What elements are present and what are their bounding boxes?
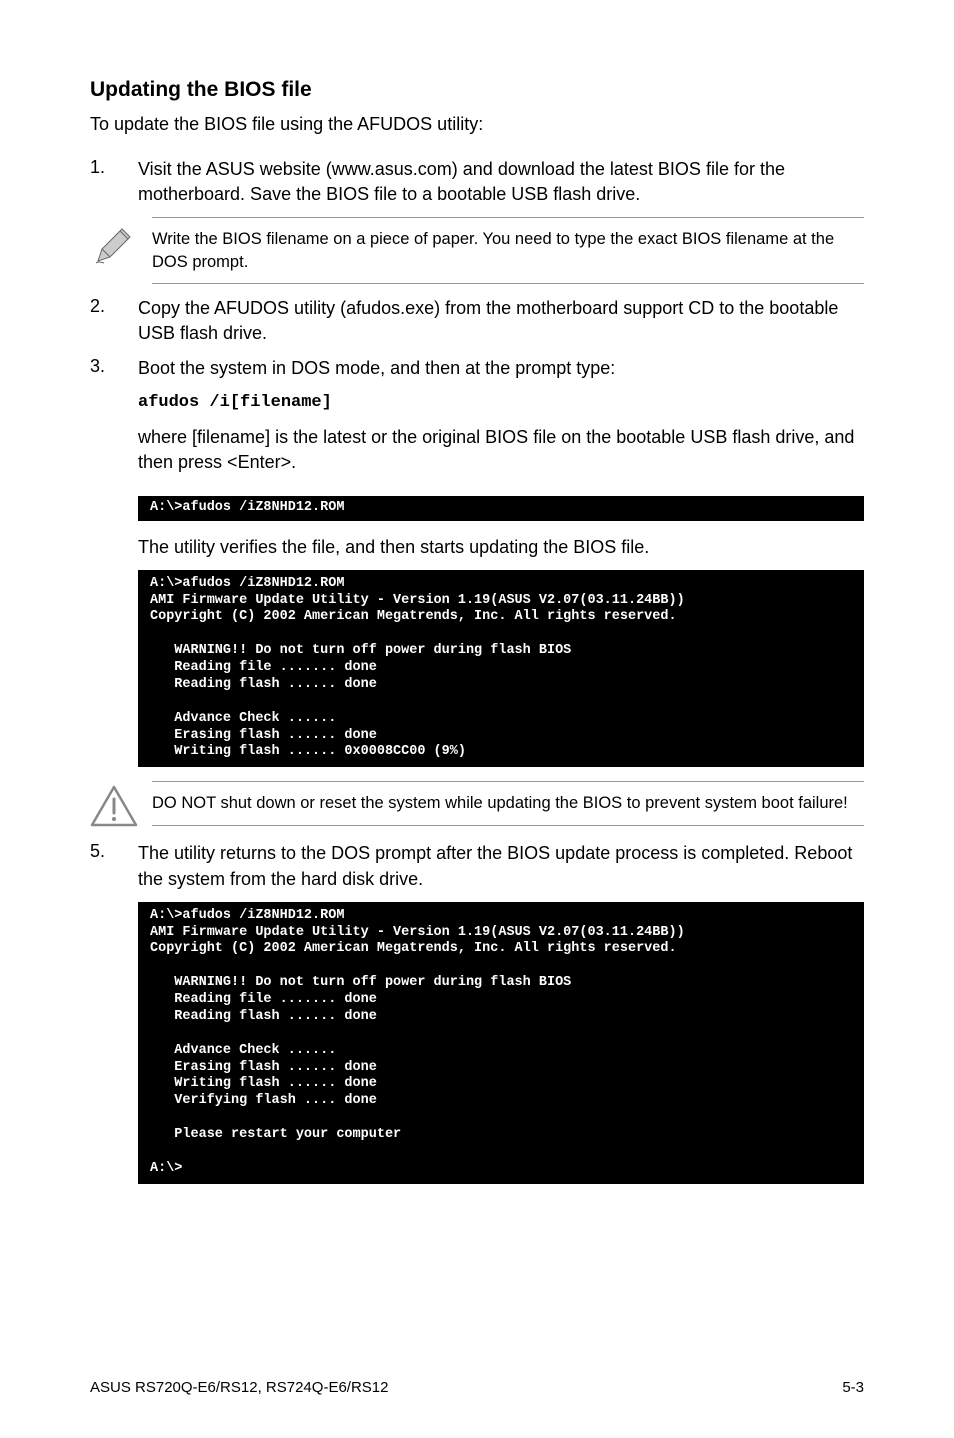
step-number: 5.	[90, 841, 138, 891]
warning-icon	[90, 781, 152, 829]
step-body: Copy the AFUDOS utility (afudos.exe) fro…	[138, 296, 864, 346]
step-text: Boot the system in DOS mode, and then at…	[138, 356, 864, 381]
note-block-2: DO NOT shut down or reset the system whi…	[90, 781, 864, 829]
pencil-note-icon	[90, 217, 152, 269]
footer-product: ASUS RS720Q-E6/RS12, RS724Q-E6/RS12	[90, 1379, 388, 1396]
note-block-1: Write the BIOS filename on a piece of pa…	[90, 217, 864, 284]
section-heading: Updating the BIOS file	[90, 78, 864, 102]
step-5: 5. The utility returns to the DOS prompt…	[90, 841, 864, 891]
step-3: 3. Boot the system in DOS mode, and then…	[90, 356, 864, 485]
step-text: where [filename] is the latest or the or…	[138, 425, 864, 475]
step-number: 3.	[90, 356, 138, 485]
footer-page-number: 5-3	[842, 1379, 864, 1396]
step-3b: The utility verifies the file, and then …	[90, 535, 864, 560]
step-body: The utility verifies the file, and then …	[138, 535, 864, 560]
terminal-output-1: A:\>afudos /iZ8NHD12.ROM	[138, 496, 864, 521]
step-number	[90, 535, 138, 560]
step-body: Boot the system in DOS mode, and then at…	[138, 356, 864, 485]
step-1: 1. Visit the ASUS website (www.asus.com)…	[90, 157, 864, 207]
warning-text: DO NOT shut down or reset the system whi…	[152, 781, 864, 825]
step-number: 2.	[90, 296, 138, 346]
step-number: 1.	[90, 157, 138, 207]
inline-code: afudos /i[filename]	[138, 391, 864, 415]
note-text: Write the BIOS filename on a piece of pa…	[152, 217, 864, 284]
step-2: 2. Copy the AFUDOS utility (afudos.exe) …	[90, 296, 864, 346]
step-body: The utility returns to the DOS prompt af…	[138, 841, 864, 891]
step-body: Visit the ASUS website (www.asus.com) an…	[138, 157, 864, 207]
page-footer: ASUS RS720Q-E6/RS12, RS724Q-E6/RS12 5-3	[90, 1379, 864, 1396]
terminal-output-2: A:\>afudos /iZ8NHD12.ROM AMI Firmware Up…	[138, 570, 864, 768]
terminal-output-3: A:\>afudos /iZ8NHD12.ROM AMI Firmware Up…	[138, 902, 864, 1184]
intro-text: To update the BIOS file using the AFUDOS…	[90, 114, 864, 135]
